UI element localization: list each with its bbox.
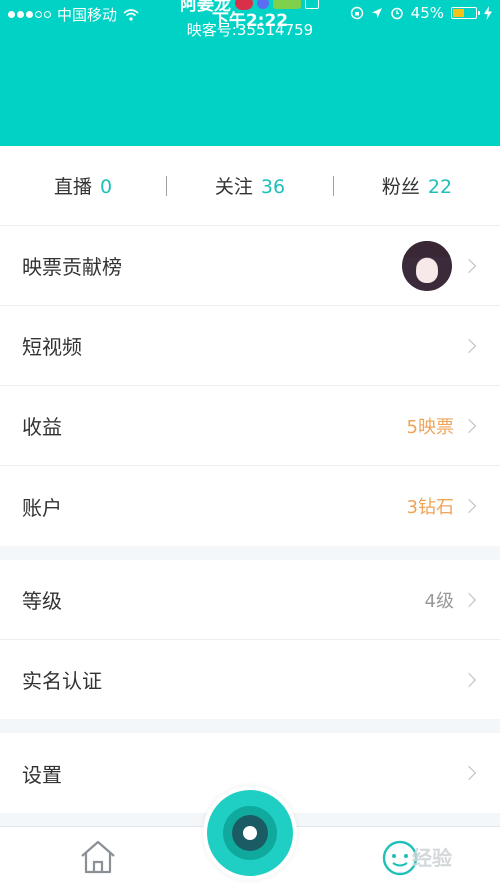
menu-item-level[interactable]: 等级 4级 — [0, 560, 500, 640]
stat-live-label: 直播 — [53, 176, 92, 198]
stat-fans-value: 22 — [427, 176, 453, 198]
chevron-right-icon — [461, 418, 477, 433]
menu-item-contribution[interactable]: 映票贡献榜 — [0, 226, 500, 306]
go-live-button[interactable] — [203, 786, 297, 880]
level-value: 4级 — [424, 590, 454, 612]
menu-item-label: 等级 — [22, 589, 62, 613]
chevron-right-icon — [461, 765, 477, 781]
stat-following-label: 关注 — [214, 176, 253, 198]
menu-item-label: 账户 — [22, 495, 62, 520]
stat-following-value: 36 — [260, 176, 286, 198]
menu-item-short-video[interactable]: 短视频 — [0, 306, 500, 386]
profile-header: 中国移动 45% 阿姜龙 下午2:22 映客号:35514759 — [0, 0, 500, 146]
stats-row: 直播 0 关注 36 粉丝 22 — [0, 146, 500, 226]
account-value: 3钻石 — [406, 497, 454, 518]
menu-item-label: 实名认证 — [22, 669, 102, 693]
chevron-right-icon — [461, 338, 477, 353]
menu-item-label: 短视频 — [22, 335, 82, 359]
profile-id: 映客号:35514759 — [186, 21, 314, 39]
menu-item-earnings[interactable]: 收益 5映票 — [0, 386, 500, 466]
home-icon[interactable] — [78, 838, 118, 876]
chevron-right-icon — [461, 258, 477, 273]
menu-item-account[interactable]: 账户 3钻石 — [0, 466, 500, 546]
stat-live[interactable]: 直播 0 — [0, 172, 166, 199]
menu-item-label: 映票贡献榜 — [22, 255, 122, 279]
chevron-right-icon — [461, 592, 477, 607]
chevron-right-icon — [461, 498, 477, 514]
stat-live-value: 0 — [99, 176, 113, 198]
stat-fans[interactable]: 粉丝 22 — [334, 172, 500, 199]
watermark-text: 经验 — [412, 846, 452, 870]
stat-following[interactable]: 关注 36 — [167, 172, 333, 199]
avatar — [402, 240, 452, 291]
stat-fans-label: 粉丝 — [381, 176, 420, 198]
chevron-right-icon — [461, 672, 477, 687]
earnings-value: 5映票 — [406, 416, 454, 438]
menu-item-label: 收益 — [22, 415, 62, 439]
menu-item-label: 设置 — [22, 762, 62, 787]
menu-item-verification[interactable]: 实名认证 — [0, 640, 500, 719]
